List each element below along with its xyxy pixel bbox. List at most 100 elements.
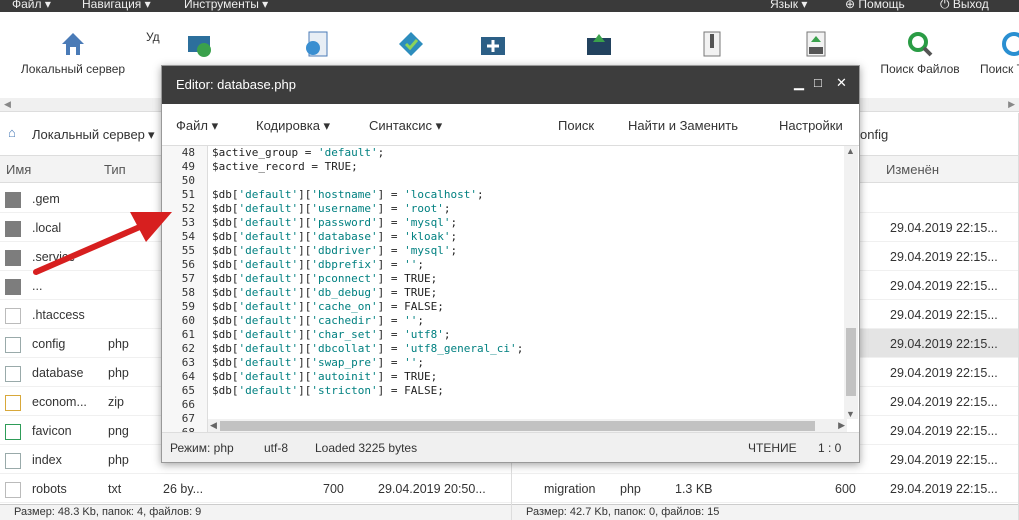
code-line[interactable]: $db['default']['cachedir'] = ''; xyxy=(212,314,847,328)
code-line[interactable]: $db['default']['stricton'] = FALSE; xyxy=(212,384,847,398)
editor-horizontal-scroll-thumb[interactable] xyxy=(220,421,815,431)
editor-vertical-scroll-thumb[interactable] xyxy=(846,328,856,396)
toolbar-globe-doc-button[interactable] xyxy=(303,30,331,62)
file-modified: 29.04.2019 20:50... xyxy=(378,482,486,496)
code-line[interactable]: $db['default']['dbcollat'] = 'utf8_gener… xyxy=(212,342,847,356)
right-status-bar: Размер: 42.7 Kb, папок: 0, файлов: 15 xyxy=(512,504,1018,520)
minimize-icon[interactable]: ▁ xyxy=(794,75,804,91)
line-number: 65 xyxy=(181,384,195,397)
line-number: 62 xyxy=(181,342,195,355)
house-icon: ⌂ xyxy=(8,125,16,140)
column-type[interactable]: Тип xyxy=(104,162,126,177)
file-name: ... xyxy=(32,279,43,293)
code-line[interactable]: $db['default']['autoinit'] = TRUE; xyxy=(212,370,847,384)
editor-window: Editor: database.php ▁ □ ✕ Файл ▾ Кодиро… xyxy=(161,65,860,463)
toolbar-remote-button[interactable]: Уд xyxy=(146,30,166,44)
editor-menu-syntax[interactable]: Синтаксис ▾ xyxy=(369,118,442,134)
code-line[interactable]: $active_record = TRUE; xyxy=(212,160,847,174)
code-line[interactable]: $db['default']['hostname'] = 'localhost'… xyxy=(212,188,847,202)
code-line[interactable] xyxy=(212,174,847,188)
folder-icon xyxy=(5,192,21,208)
file-modified: 29.04.2019 22:15... xyxy=(890,453,998,467)
line-number-gutter: 48 49 50 51 52 53 54 55 56 57 58 59 60 61 62 63 64 65 66 67… xyxy=(162,146,208,433)
menu-help[interactable]: ⊕ Помощь xyxy=(845,0,905,11)
editor-loaded: Loaded 3225 bytes xyxy=(315,441,418,455)
file-type: php xyxy=(620,482,641,496)
toolbar-local-server-button[interactable]: Локальный сервер xyxy=(16,30,130,76)
folder-icon xyxy=(5,279,21,295)
toolbar-add-folder-button[interactable] xyxy=(479,30,507,62)
editor-horizontal-scrollbar[interactable]: ◀ ▶ xyxy=(208,419,847,433)
code-line[interactable]: $db['default']['dbdriver'] = 'mysql'; xyxy=(212,244,847,258)
text-search-icon xyxy=(1000,30,1019,58)
menu-tools[interactable]: Инструменты ▾ xyxy=(184,0,268,11)
code-line[interactable]: $active_group = 'default'; xyxy=(212,146,847,160)
path-label: Локальный сервер xyxy=(32,127,145,142)
code-line[interactable]: $db['default']['password'] = 'mysql'; xyxy=(212,216,847,230)
file-permissions: 600 xyxy=(835,482,856,496)
toolbar-zip-download-button[interactable] xyxy=(801,30,829,62)
top-menu-bar: Файл ▾ Навигация ▾ Инструменты ▾ Язык ▾ … xyxy=(0,0,1019,12)
file-modified: 29.04.2019 22:15... xyxy=(890,424,998,438)
line-number: 66 xyxy=(181,398,195,411)
menu-file[interactable]: Файл ▾ xyxy=(12,0,51,11)
scroll-right-icon[interactable]: ▶ xyxy=(838,420,845,431)
editor-mode: Режим: php xyxy=(170,441,234,455)
code-line[interactable]: $db['default']['db_debug'] = TRUE; xyxy=(212,286,847,300)
editor-settings-button[interactable]: Настройки xyxy=(779,118,843,133)
file-type: php xyxy=(108,453,129,467)
editor-menu-bar: Файл ▾ Кодировка ▾ Синтаксис ▾ Поиск Най… xyxy=(162,104,859,146)
scroll-up-icon[interactable]: ▲ xyxy=(846,146,855,156)
scroll-left-icon[interactable]: ◀ xyxy=(4,99,11,110)
scroll-left-icon[interactable]: ◀ xyxy=(210,420,217,431)
code-line[interactable]: $db['default']['dbprefix'] = ''; xyxy=(212,258,847,272)
file-icon xyxy=(5,366,21,382)
line-number: 49 xyxy=(181,160,195,173)
toolbar-sync-button[interactable] xyxy=(397,30,425,62)
file-type: png xyxy=(108,424,129,438)
code-area[interactable]: $active_group = 'default'; $active_record… xyxy=(212,146,847,433)
editor-menu-file[interactable]: Файл ▾ xyxy=(176,118,218,134)
toolbar-file-search-button[interactable]: Поиск Файлов xyxy=(878,30,962,76)
menu-language[interactable]: Язык ▾ xyxy=(770,0,807,11)
right-status-text: Размер: 42.7 Kb, папок: 0, файлов: 15 xyxy=(526,506,720,518)
folder-icon xyxy=(5,221,21,237)
code-line[interactable] xyxy=(212,398,847,412)
code-line[interactable]: $db['default']['database'] = 'kloak'; xyxy=(212,230,847,244)
toolbar-upload-button[interactable] xyxy=(585,30,613,62)
code-line[interactable]: $db['default']['swap_pre'] = ''; xyxy=(212,356,847,370)
code-line[interactable]: $db['default']['username'] = 'root'; xyxy=(212,202,847,216)
line-number: 63 xyxy=(181,356,195,369)
editor-menu-encoding[interactable]: Кодировка ▾ xyxy=(256,118,330,134)
toolbar-zip-button[interactable] xyxy=(697,30,725,62)
file-type: php xyxy=(108,337,129,351)
editor-titlebar[interactable]: Editor: database.php ▁ □ ✕ xyxy=(162,66,859,104)
chevron-down-icon: ▾ xyxy=(148,127,155,142)
maximize-icon[interactable]: □ xyxy=(814,75,822,90)
toolbar-text-search-button[interactable]: Поиск Т xyxy=(980,30,1019,76)
code-line[interactable]: $db['default']['char_set'] = 'utf8'; xyxy=(212,328,847,342)
line-number: 56 xyxy=(181,258,195,271)
column-modified[interactable]: Изменён xyxy=(886,162,939,177)
toolbar-label: Локальный сервер xyxy=(20,62,126,76)
editor-search-button[interactable]: Поиск xyxy=(558,118,594,133)
code-line[interactable]: $db['default']['cache_on'] = FALSE; xyxy=(212,300,847,314)
toolbar-label: Поиск Т xyxy=(980,62,1019,76)
toolbar-folder-globe-button[interactable] xyxy=(186,30,214,62)
menu-navigation[interactable]: Навигация ▾ xyxy=(82,0,151,11)
close-icon[interactable]: ✕ xyxy=(836,75,847,91)
folder-globe-icon xyxy=(186,30,214,58)
file-icon xyxy=(5,308,21,324)
column-name[interactable]: Имя xyxy=(6,162,31,177)
scroll-right-icon[interactable]: ▶ xyxy=(1008,99,1015,110)
line-number: 52 xyxy=(181,202,195,215)
house-icon xyxy=(59,30,87,58)
editor-replace-button[interactable]: Найти и Заменить xyxy=(628,118,738,133)
scroll-down-icon[interactable]: ▼ xyxy=(846,409,855,419)
table-row[interactable]: robots txt 26 by... 700 29.04.2019 20:50... xyxy=(0,474,511,503)
menu-exit[interactable]: ⏻ Выход xyxy=(940,0,989,12)
file-name: econom... xyxy=(32,395,87,409)
left-status-bar: Размер: 48.3 Kb, папок: 4, файлов: 9 xyxy=(0,504,511,520)
code-line[interactable]: $db['default']['pconnect'] = TRUE; xyxy=(212,272,847,286)
table-row[interactable]: migration php 1.3 KB 600 29.04.2019 22:1… xyxy=(512,474,1018,503)
